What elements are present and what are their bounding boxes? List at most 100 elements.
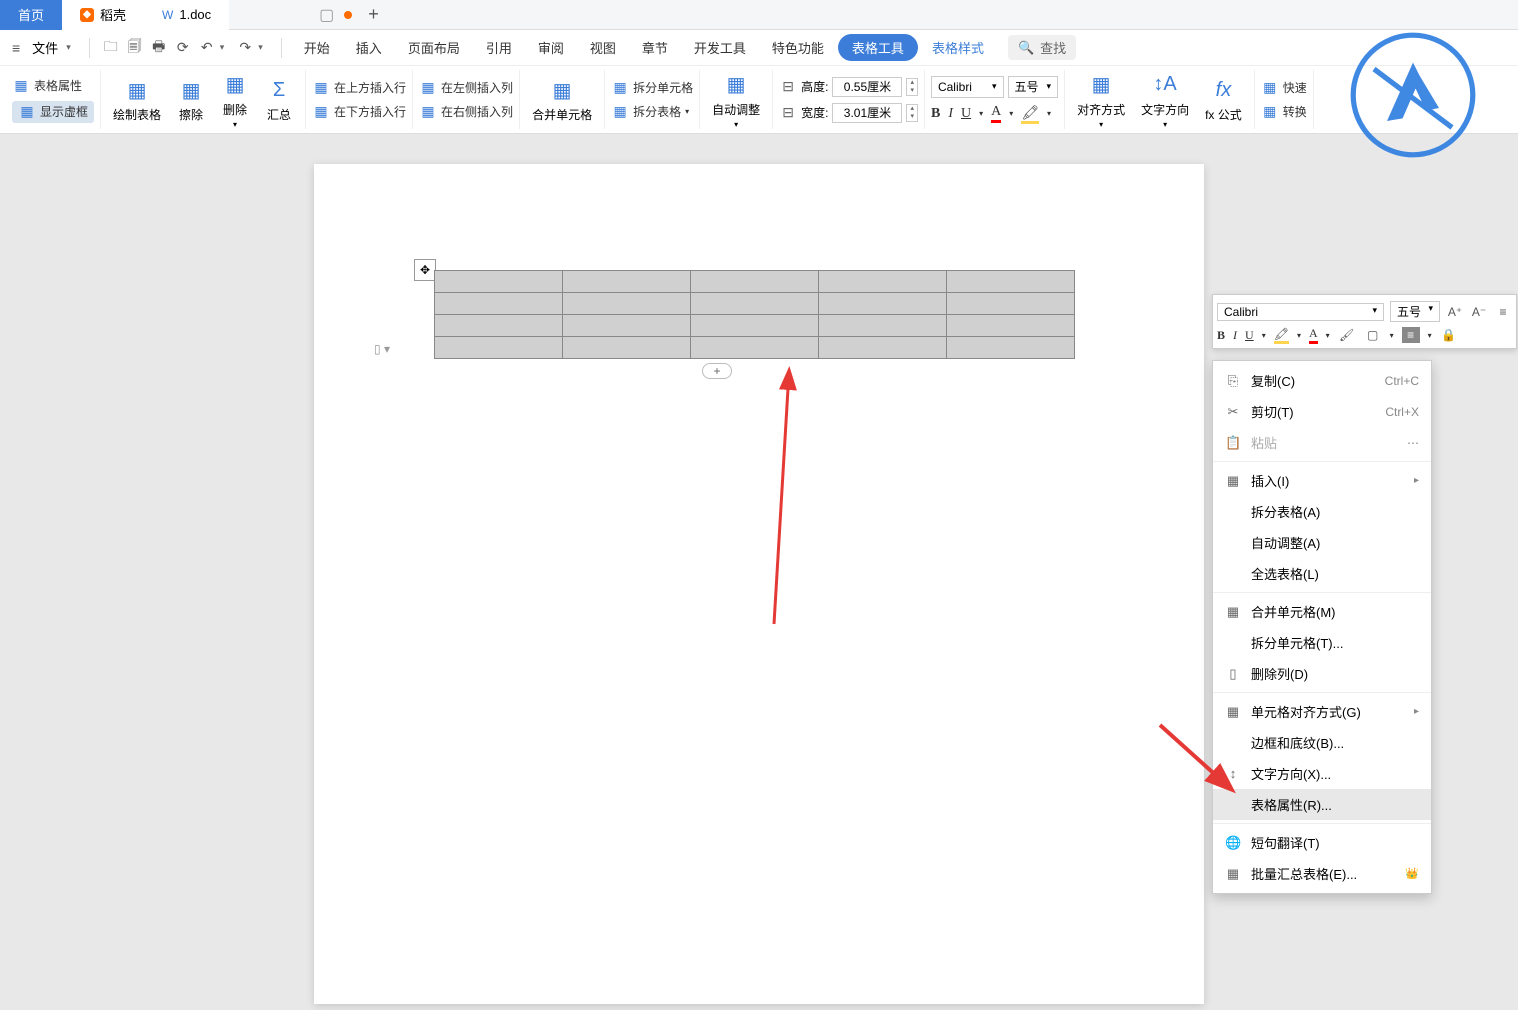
mini-lock-icon[interactable]: 🔒 [1440,328,1458,342]
menu-table-style[interactable]: 表格样式 [920,38,996,57]
eraser-button[interactable]: ▦擦除 [171,76,211,123]
tab-status: ▢ [319,5,352,25]
convert-button[interactable]: ▦转换 [1261,103,1307,121]
formula-button[interactable]: fxfx 公式 [1199,76,1248,123]
tab-home[interactable]: 首页 [0,0,62,30]
add-tab-button[interactable]: + [352,4,395,25]
search-box[interactable]: 🔍 查找 [1008,35,1076,60]
ctx-split-table[interactable]: 拆分表格(A) [1213,496,1431,527]
font-name-select[interactable]: Calibri▾ [931,76,1004,98]
menu-review[interactable]: 审阅 [526,38,576,57]
quick-button[interactable]: ▦快速 [1261,79,1307,97]
watermark-logo [1348,30,1478,160]
chevron-down-icon[interactable]: ▾ [66,42,79,53]
grow-font-icon[interactable]: A⁺ [1446,305,1464,319]
ctx-cut[interactable]: ✂剪切(T)Ctrl+X [1213,396,1431,427]
mini-align-icon[interactable]: ≡ [1402,327,1420,343]
tab-daoke[interactable]: ◆ 稻壳 [62,0,144,30]
table-properties-button[interactable]: ▦表格属性 [12,77,94,95]
ctx-autofit[interactable]: 自动调整(A) [1213,527,1431,558]
mini-bold-button[interactable]: B [1217,328,1225,343]
summary-button[interactable]: Σ汇总 [259,76,299,123]
menu-special[interactable]: 特色功能 [760,38,836,57]
ctx-translate[interactable]: 🌐短句翻译(T) [1213,827,1431,858]
table-row [435,337,1075,359]
mini-size-select[interactable]: 五号▾ [1390,301,1440,322]
ctx-merge-cells[interactable]: ▦合并单元格(M) [1213,596,1431,627]
table-row [435,315,1075,337]
mini-font-select[interactable]: Calibri▾ [1217,303,1384,321]
col-width-input[interactable]: ⊟宽度: ▴▾ [779,103,918,123]
menu-insert[interactable]: 插入 [344,38,394,57]
mini-toolbar: Calibri▾ 五号▾ A⁺ A⁻ ≡ B I U▾ 🖍▾ A▾ 🖌 ▢▾ ≡… [1212,294,1517,349]
hamburger-icon[interactable]: ≡ [8,40,24,56]
shrink-font-icon[interactable]: A⁻ [1470,305,1488,319]
mini-font-color-button[interactable]: A [1309,326,1318,344]
highlight-button[interactable]: 🖍 [1021,104,1039,124]
menu-section[interactable]: 章节 [630,38,680,57]
show-virtual-border-button[interactable]: ▦显示虚框 [12,101,94,123]
line-spacing-icon[interactable]: ≡ [1494,305,1512,319]
print-icon[interactable]: 🖶 [148,37,170,59]
delete-col-icon: ▯ [1225,666,1241,682]
grid-icon: ▦ [1225,473,1241,489]
document-table[interactable] [434,270,1075,359]
menu-start[interactable]: 开始 [292,38,342,57]
menu-layout[interactable]: 页面布局 [396,38,472,57]
font-size-select[interactable]: 五号▾ [1008,76,1059,98]
ctx-insert[interactable]: ▦插入(I)▸ [1213,465,1431,496]
mini-border-icon[interactable]: ▢ [1364,328,1382,342]
menu-devtools[interactable]: 开发工具 [682,38,758,57]
ctx-text-direction[interactable]: ↕文字方向(X)... [1213,758,1431,789]
ctx-copy[interactable]: ⎘复制(C)Ctrl+C [1213,365,1431,396]
draw-table-button[interactable]: ▦绘制表格 [107,76,167,123]
ctx-split-cells[interactable]: 拆分单元格(T)... [1213,627,1431,658]
mini-underline-button[interactable]: U [1245,328,1254,343]
undo-icon[interactable]: ↶ [196,37,218,59]
mini-highlight-button[interactable]: 🖍 [1274,327,1289,344]
italic-button[interactable]: I [948,106,953,122]
split-table-button[interactable]: ▦拆分表格▾ [611,103,693,121]
ctx-border-shading[interactable]: 边框和底纹(B)... [1213,727,1431,758]
ctx-paste: 📋粘贴⋯ [1213,427,1431,458]
split-cells-button[interactable]: ▦拆分单元格 [611,79,693,97]
table-row [435,271,1075,293]
merge-cells-button[interactable]: ▦合并单元格 [526,76,598,123]
underline-button[interactable]: U [961,106,971,122]
font-color-button[interactable]: A [991,104,1001,123]
file-menu[interactable]: 文件 [26,38,64,57]
scissors-icon: ✂ [1225,404,1241,420]
mini-italic-button[interactable]: I [1233,328,1237,343]
insert-col-right-button[interactable]: ▦在右侧插入列 [419,103,513,121]
height-icon: ⊟ [779,78,797,96]
tab-document[interactable]: W 1.doc [144,0,229,30]
menu-view[interactable]: 视图 [578,38,628,57]
ctx-table-properties[interactable]: 表格属性(R)... [1213,789,1431,820]
align-button[interactable]: ▦对齐方式▾ [1071,71,1131,129]
add-row-button[interactable]: + [702,363,732,379]
save-icon[interactable]: 🗀 [100,37,122,59]
ctx-batch-summary[interactable]: ▦批量汇总表格(E)...👑 [1213,858,1431,889]
insert-row-above-button[interactable]: ▦在上方插入行 [312,79,406,97]
mini-format-painter-icon[interactable]: 🖌 [1338,328,1356,342]
word-doc-icon: W [162,8,173,22]
bold-button[interactable]: B [931,106,940,122]
page: ✥ + ▯ ▾ [314,164,1204,1004]
width-icon: ⊟ [779,104,797,122]
row-height-input[interactable]: ⊟高度: ▴▾ [779,77,918,97]
ctx-select-all-table[interactable]: 全选表格(L) [1213,558,1431,589]
menu-table-tools[interactable]: 表格工具 [838,34,918,61]
annotation-arrow-1 [744,364,814,634]
redo-icon[interactable]: ↷ [234,37,256,59]
ctx-delete-col[interactable]: ▯删除列(D) [1213,658,1431,689]
menu-reference[interactable]: 引用 [474,38,524,57]
delete-button[interactable]: ▦删除▾ [215,71,255,129]
text-direction-button[interactable]: ↕A文字方向▾ [1135,71,1195,129]
insert-col-left-button[interactable]: ▦在左侧插入列 [419,79,513,97]
refresh-icon[interactable]: ⟳ [172,37,194,59]
insert-row-below-button[interactable]: ▦在下方插入行 [312,103,406,121]
ctx-cell-align[interactable]: ▦单元格对齐方式(G)▸ [1213,696,1431,727]
table-move-handle[interactable]: ✥ [414,259,436,281]
print-preview-icon[interactable]: 🗐 [124,37,146,59]
autofit-button[interactable]: ▦自动调整▾ [706,71,766,129]
